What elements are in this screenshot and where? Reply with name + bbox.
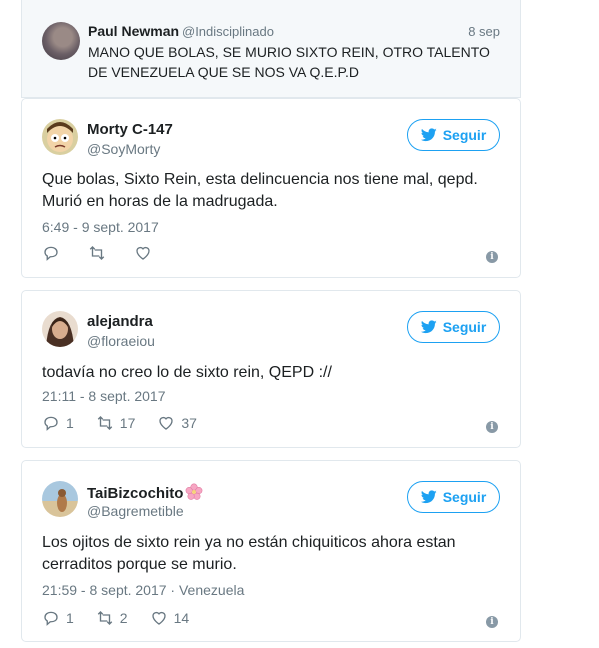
avatar[interactable] <box>42 311 78 347</box>
like-count: 37 <box>181 415 197 431</box>
reply-button[interactable] <box>42 244 66 262</box>
heart-icon <box>136 246 150 260</box>
retweet-icon <box>89 246 105 260</box>
heart-icon <box>151 611 166 625</box>
heart-icon <box>159 416 174 430</box>
info-icon[interactable]: i <box>486 421 498 433</box>
tweet-actions <box>42 244 180 262</box>
author-handle[interactable]: @Bagremetible <box>87 503 184 519</box>
retweet-count: 2 <box>119 610 128 626</box>
like-button[interactable]: 14 <box>150 609 190 627</box>
avatar[interactable] <box>42 119 78 155</box>
like-button[interactable] <box>134 244 158 262</box>
retweet-button[interactable] <box>88 244 112 262</box>
bird-icon <box>420 320 437 334</box>
reply-icon <box>44 611 58 626</box>
tweet-actions: 1 17 37 <box>42 414 219 432</box>
reply-count: 1 <box>66 610 74 626</box>
follow-button-label: Seguir <box>442 489 487 505</box>
reply-icon <box>44 416 58 431</box>
quoted-tweet[interactable]: Paul Newman @Indisciplinado 8 sep MANO Q… <box>21 0 521 98</box>
info-icon[interactable]: i <box>486 616 498 628</box>
follow-button-label: Seguir <box>442 319 487 335</box>
quoted-text: MANO QUE BOLAS, SE MURIO SIXTO REIN, OTR… <box>88 44 490 80</box>
cherry-blossom-icon <box>186 483 203 500</box>
tweet-timestamp[interactable]: 6:49 - 9 sept. 2017 <box>42 219 159 235</box>
like-button[interactable]: 37 <box>157 414 197 432</box>
tweet-timestamp[interactable]: 21:11 - 8 sept. 2017 <box>42 388 166 404</box>
info-icon[interactable]: i <box>486 251 498 263</box>
bird-icon <box>420 128 437 142</box>
reply-count: 1 <box>66 415 74 431</box>
reply-button[interactable]: 1 <box>42 609 74 627</box>
author-name[interactable]: alejandra <box>87 313 153 330</box>
retweet-count: 17 <box>119 415 136 431</box>
author-handle[interactable]: @floraeiou <box>87 333 155 349</box>
quoted-avatar[interactable] <box>42 22 80 60</box>
tweet-text: Los ojitos de sixto rein ya no están chi… <box>42 534 456 573</box>
author-name-text: TaiBizcochito <box>87 485 184 502</box>
avatar[interactable] <box>42 481 78 517</box>
author-name[interactable]: TaiBizcochito <box>87 483 203 502</box>
author-handle[interactable]: @SoyMorty <box>87 141 160 157</box>
retweet-icon <box>97 611 113 625</box>
follow-button[interactable]: Seguir <box>407 311 500 343</box>
tweet-actions: 1 2 14 <box>42 609 211 627</box>
retweet-button[interactable]: 17 <box>96 414 136 432</box>
retweet-icon <box>97 416 113 430</box>
reply-icon <box>44 246 58 261</box>
follow-button-label: Seguir <box>442 127 487 143</box>
author-name[interactable]: Morty C-147 <box>87 121 173 138</box>
quoted-author-name[interactable]: Paul Newman <box>88 23 179 39</box>
tweet-text: Que bolas, Sixto Rein, esta delincuencia… <box>42 171 478 210</box>
tweet-card: alejandra @floraeiou Seguir todavía no c… <box>21 290 521 448</box>
tweet-card: Morty C-147 @SoyMorty Seguir Que bolas, … <box>21 98 521 278</box>
bird-icon <box>420 490 437 504</box>
tweet-card: TaiBizcochito @Bagremetible Seguir Los o… <box>21 460 521 642</box>
quoted-date[interactable]: 8 sep <box>468 24 500 39</box>
follow-button[interactable]: Seguir <box>407 481 500 513</box>
tweet-text: todavía no creo lo de sixto rein, QEPD :… <box>42 364 332 381</box>
quoted-author-handle[interactable]: @Indisciplinado <box>182 24 274 39</box>
follow-button[interactable]: Seguir <box>407 119 500 151</box>
tweet-timestamp[interactable]: 21:59 - 8 sept. 2017 · Venezuela <box>42 582 244 598</box>
like-count: 14 <box>173 610 190 626</box>
reply-button[interactable]: 1 <box>42 414 74 432</box>
retweet-button[interactable]: 2 <box>96 609 128 627</box>
